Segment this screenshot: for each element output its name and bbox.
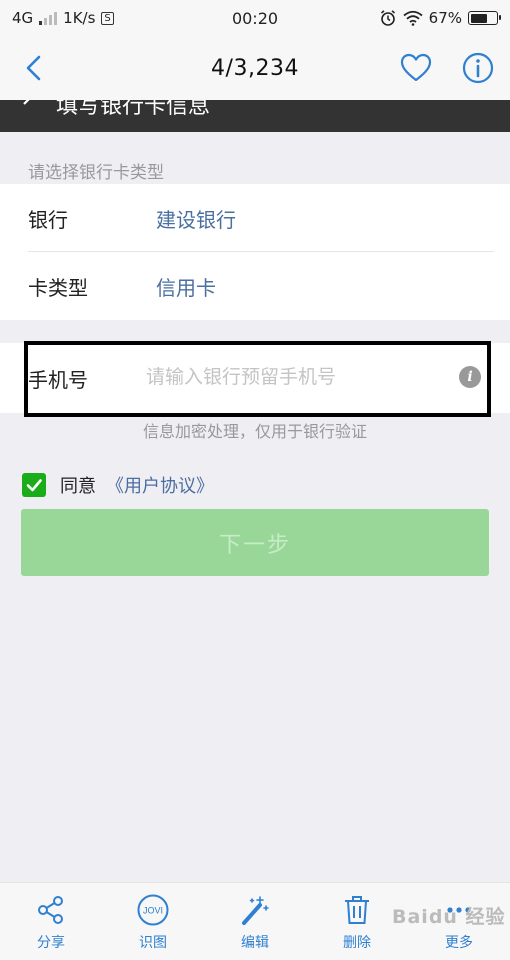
check-icon (26, 479, 42, 492)
more-button[interactable]: 更多 (408, 883, 510, 960)
status-bar: 4G 1K/s S 00:20 67% (0, 0, 510, 36)
alarm-icon (380, 10, 395, 26)
delete-label: 删除 (343, 935, 371, 951)
network-type: 4G (12, 9, 34, 27)
info-icon[interactable] (460, 50, 496, 86)
magic-wand-icon (242, 896, 269, 925)
signal-icon (39, 11, 58, 25)
delete-button[interactable]: 删除 (306, 883, 408, 960)
trash-icon (345, 896, 369, 924)
bank-value: 建设银行 (156, 207, 236, 232)
user-agreement-link[interactable]: 《用户协议》 (106, 472, 214, 498)
card-type-value: 信用卡 (156, 275, 216, 300)
back-arrow-icon[interactable] (20, 100, 38, 114)
wifi-icon (403, 10, 423, 26)
s-icon: S (101, 11, 114, 25)
battery-percent: 67% (428, 9, 462, 27)
recognize-button[interactable]: JOVI 识图 (102, 883, 204, 960)
card-type-label: 卡类型 (28, 275, 88, 300)
bank-card-info: 银行 建设银行 卡类型 信用卡 (0, 184, 510, 320)
agree-checkbox[interactable] (22, 473, 46, 497)
share-icon (38, 896, 63, 924)
bank-label: 银行 (28, 207, 68, 232)
network-speed: 1K/s (63, 9, 96, 27)
edit-button[interactable]: 编辑 (204, 883, 306, 960)
share-label: 分享 (37, 935, 65, 951)
bottom-toolbar: 分享 JOVI 识图 编辑 删除 更多 (0, 882, 510, 960)
card-type-row[interactable]: 卡类型 信用卡 (0, 252, 510, 320)
recognize-label: 识图 (139, 935, 167, 951)
highlight-frame (24, 341, 491, 417)
edit-label: 编辑 (241, 935, 269, 951)
share-button[interactable]: 分享 (0, 883, 102, 960)
bank-row[interactable]: 银行 建设银行 (0, 184, 510, 252)
more-icon (447, 907, 471, 913)
heart-icon[interactable] (398, 50, 434, 86)
app-header-title: 填写银行卡信息 (56, 100, 211, 119)
more-label: 更多 (445, 935, 473, 951)
app-header: 填写银行卡信息 (0, 100, 510, 132)
agreement-row: 同意 《用户协议》 (22, 472, 214, 498)
jovi-icon: JOVI (137, 894, 169, 926)
battery-icon (468, 11, 501, 25)
agree-text: 同意 (60, 476, 96, 497)
viewer-header: 4/3,234 (0, 36, 510, 100)
next-step-button[interactable]: 下一步 (21, 509, 489, 576)
back-chevron-icon[interactable] (18, 52, 50, 84)
image-counter: 4/3,234 (211, 55, 299, 81)
section-label: 请选择银行卡类型 (28, 163, 164, 183)
svg-text:JOVI: JOVI (143, 906, 163, 916)
encryption-hint: 信息加密处理，仅用于银行验证 (142, 422, 367, 441)
